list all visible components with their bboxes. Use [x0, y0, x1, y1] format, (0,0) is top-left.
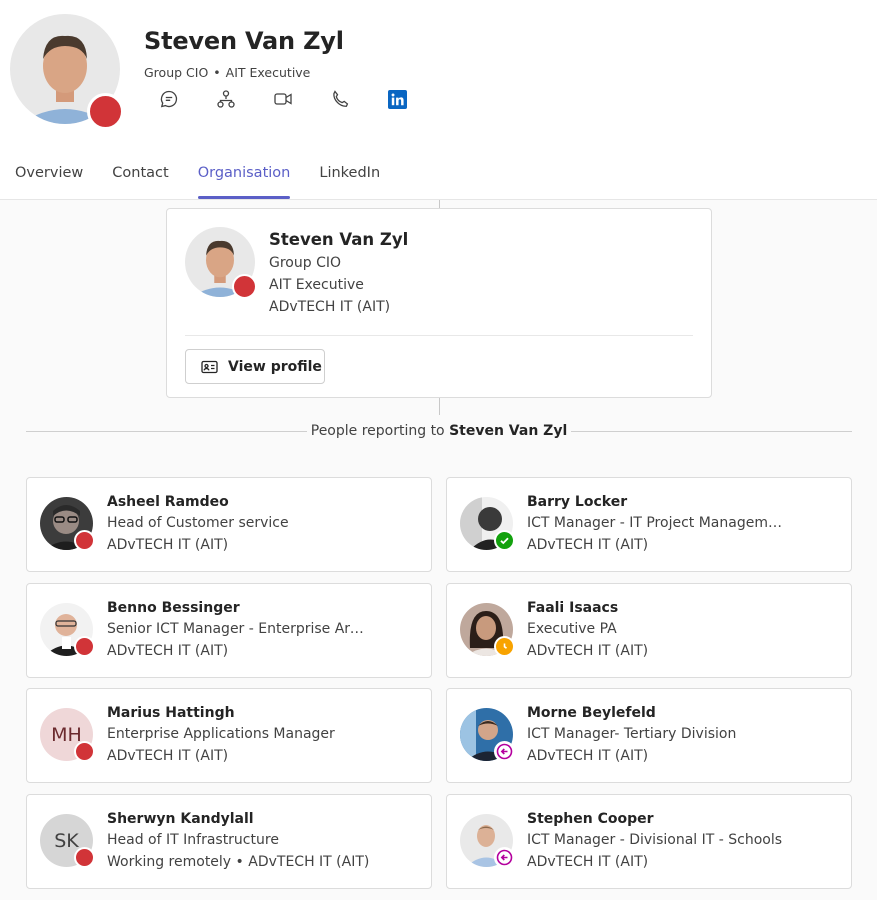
presence-busy-icon	[232, 274, 257, 299]
report-org: ADvTECH IT (AIT)	[527, 537, 649, 553]
report-name: Sherwyn Kandylall	[107, 811, 254, 827]
org-chart-button[interactable]	[214, 87, 238, 111]
report-title: Head of IT Infrastructure	[107, 832, 279, 848]
presence-busy-icon	[74, 530, 95, 551]
report-title: Senior ICT Manager - Enterprise Architec…	[107, 621, 371, 637]
tab-contact[interactable]: Contact	[112, 165, 168, 199]
phone-call-icon	[333, 90, 349, 107]
report-card[interactable]: Barry Locker ICT Manager - IT Project Ma…	[446, 477, 852, 572]
report-card[interactable]: Asheel Ramdeo Head of Customer service A…	[26, 477, 432, 572]
presence-available-icon	[494, 530, 515, 551]
linkedin-button[interactable]	[385, 87, 409, 111]
tab-organisation[interactable]: Organisation	[197, 165, 290, 199]
report-name: Stephen Cooper	[527, 811, 654, 827]
presence-away-icon	[494, 636, 515, 657]
person-card-name: Steven Van Zyl	[269, 230, 409, 249]
tab-overview[interactable]: Overview	[15, 165, 83, 199]
view-profile-button[interactable]: View profile	[185, 349, 325, 384]
video-call-icon	[274, 93, 292, 105]
report-title: Enterprise Applications Manager	[107, 726, 335, 742]
profile-subtitle: Group CIO • AIT Executive	[144, 65, 310, 80]
report-card[interactable]: Benno Bessinger Senior ICT Manager - Ent…	[26, 583, 432, 678]
profile-actions	[157, 87, 442, 111]
reports-heading-name: Steven Van Zyl	[449, 423, 568, 439]
person-card-department: AIT Executive	[269, 277, 364, 293]
report-card[interactable]: MH Marius Hattingh Enterprise Applicatio…	[26, 688, 432, 783]
report-card[interactable]: Morne Beylefeld ICT Manager- Tertiary Di…	[446, 688, 852, 783]
person-card-company: ADvTECH IT (AIT)	[269, 299, 391, 315]
contact-card-icon	[201, 360, 218, 373]
report-title: Executive PA	[527, 621, 617, 637]
profile-job-title: Group CIO	[144, 65, 209, 80]
org-connector-top	[439, 200, 440, 208]
report-title: ICT Manager- Tertiary Division	[527, 726, 737, 742]
presence-out-of-office-icon	[494, 741, 515, 762]
subtitle-separator: •	[213, 65, 221, 80]
card-divider	[185, 335, 693, 336]
presence-busy-icon	[87, 93, 124, 130]
report-initials: SK	[54, 829, 79, 852]
profile-header: Steven Van Zyl Group CIO • AIT Executive	[0, 0, 877, 200]
report-org: ADvTECH IT (AIT)	[527, 643, 649, 659]
report-name: Asheel Ramdeo	[107, 494, 229, 510]
view-profile-label: View profile	[228, 358, 322, 375]
reports-heading-prefix: People reporting to	[310, 423, 445, 439]
report-org: ADvTECH IT (AIT)	[107, 643, 229, 659]
person-card-title: Group CIO	[269, 255, 341, 271]
chat-icon	[160, 90, 178, 108]
video-call-button[interactable]	[271, 87, 295, 111]
phone-call-button[interactable]	[328, 87, 352, 111]
profile-tabs: Overview Contact Organisation LinkedIn	[15, 165, 409, 199]
report-card[interactable]: Faali Isaacs Executive PA ADvTECH IT (AI…	[446, 583, 852, 678]
report-org: ADvTECH IT (AIT)	[527, 854, 649, 870]
org-chart-icon	[217, 90, 235, 108]
report-card[interactable]: Stephen Cooper ICT Manager - Divisional …	[446, 794, 852, 889]
report-title: Head of Customer service	[107, 515, 289, 531]
person-card-main: Steven Van Zyl Group CIO AIT Executive A…	[166, 208, 712, 398]
profile-name: Steven Van Zyl	[144, 27, 344, 55]
profile-department: AIT Executive	[225, 65, 311, 80]
org-connector-bottom	[439, 398, 440, 415]
report-title: ICT Manager - Divisional IT - Schools	[527, 832, 783, 848]
presence-busy-icon	[74, 741, 95, 762]
report-name: Morne Beylefeld	[527, 705, 656, 721]
report-card[interactable]: SK Sherwyn Kandylall Head of IT Infrastr…	[26, 794, 432, 889]
presence-busy-icon	[74, 636, 95, 657]
tab-linkedin[interactable]: LinkedIn	[319, 165, 380, 199]
presence-out-of-office-icon	[494, 847, 515, 868]
chat-button[interactable]	[157, 87, 181, 111]
reports-divider: People reporting to Steven Van Zyl	[26, 420, 852, 444]
divider-line-right	[571, 431, 852, 432]
report-org: ADvTECH IT (AIT)	[107, 537, 229, 553]
report-name: Faali Isaacs	[527, 600, 619, 616]
report-org: ADvTECH IT (AIT)	[527, 748, 649, 764]
presence-busy-icon	[74, 847, 95, 868]
report-title: ICT Manager - IT Project Management	[527, 515, 784, 531]
report-org: Working remotely • ADvTECH IT (AIT)	[107, 854, 370, 870]
report-org: ADvTECH IT (AIT)	[107, 748, 229, 764]
linkedin-icon	[387, 89, 407, 109]
report-name: Barry Locker	[527, 494, 628, 510]
report-name: Marius Hattingh	[107, 705, 235, 721]
report-name: Benno Bessinger	[107, 600, 240, 616]
